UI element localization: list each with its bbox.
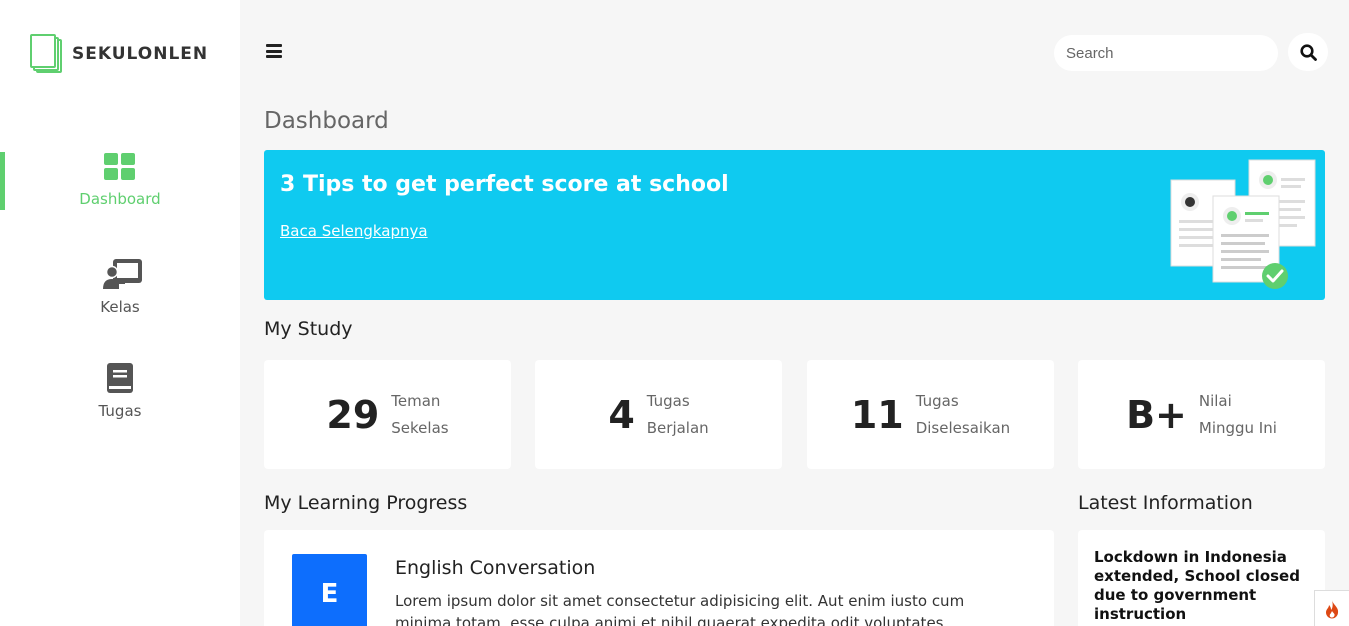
flame-icon [1326,599,1339,618]
stat-value: B+ [1126,392,1187,437]
chalkboard-teacher-icon [103,258,142,289]
info-card[interactable]: Lockdown in Indonesia extended, School c… [1078,530,1325,626]
search-button[interactable] [1288,33,1328,71]
brand-logo-icon [30,34,64,74]
brand-name: SEKULONLEN [72,44,209,64]
page-title: Dashboard [264,108,389,134]
course-badge: E [292,554,367,626]
grid-icon [103,152,137,182]
stat-card-completed-tasks: 11 Tugas Diselesaikan [807,360,1054,469]
sidebar-item-tugas[interactable]: Tugas [0,362,240,420]
course-description: Lorem ipsum dolor sit amet consectetur a… [395,592,965,626]
sidebar-item-label: Kelas [100,298,140,316]
stat-value: 29 [326,392,380,437]
stat-label: Tugas Berjalan [646,391,709,437]
stat-card-weekly-grade: B+ Nilai Minggu Ini [1078,360,1325,469]
stat-label: Nilai Minggu Ini [1198,391,1277,437]
sidebar-item-dashboard[interactable]: Dashboard [0,152,240,208]
sidebar-item-label: Dashboard [79,190,161,208]
stat-label: Tugas Diselesaikan [915,391,1011,437]
stat-label: Teman Sekelas [391,391,449,437]
sidebar-item-label: Tugas [98,402,142,420]
stat-card-running-tasks: 4 Tugas Berjalan [535,360,782,469]
book-icon [103,362,137,393]
stat-value: 11 [850,392,904,437]
info-headline: Lockdown in Indonesia extended, School c… [1094,548,1300,623]
course-card[interactable]: E English Conversation Lorem ipsum dolor… [264,530,1054,626]
documents-illustration-icon [1170,159,1316,289]
sidebar: SEKULONLEN Dashboard Kelas Tugas [0,0,240,626]
learning-progress-title: My Learning Progress [264,492,468,514]
search-icon [1299,43,1317,61]
stat-card-classmates: 29 Teman Sekelas [264,360,511,469]
hamburger-icon[interactable] [266,44,282,58]
brand[interactable]: SEKULONLEN [30,34,208,74]
stat-value: 4 [608,392,635,437]
sidebar-item-kelas[interactable]: Kelas [0,258,240,316]
debug-toolbar-button[interactable] [1314,590,1349,626]
search-input[interactable] [1054,35,1278,71]
my-study-title: My Study [264,318,353,340]
banner-title: 3 Tips to get perfect score at school [280,172,729,197]
promo-banner: 3 Tips to get perfect score at school Ba… [264,150,1325,300]
latest-info-title: Latest Information [1078,492,1253,514]
read-more-link[interactable]: Baca Selengkapnya [280,222,428,240]
course-title: English Conversation [395,557,596,579]
